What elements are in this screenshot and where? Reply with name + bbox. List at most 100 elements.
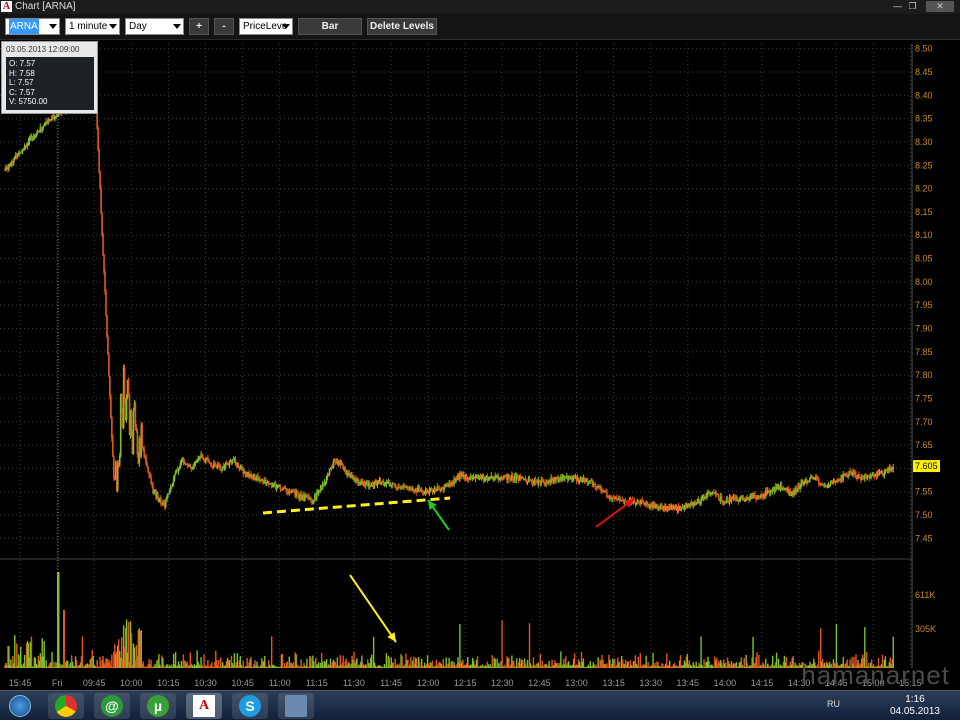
volume-bar (476, 656, 479, 668)
taskbar-explorer[interactable] (278, 693, 314, 719)
app-icon: A (1, 1, 12, 12)
volume-bar (127, 622, 130, 668)
minimize-icon[interactable]: — (890, 1, 905, 12)
time-tick-label: 14:15 (751, 678, 774, 688)
price-tick-label: 8.40 (915, 90, 933, 100)
volume-bar (270, 636, 273, 668)
volume-bar (30, 636, 33, 668)
price-chart[interactable]: 8.50 8.45 8.40 8.35 8.30 8.25 8.20 8.15 8.10 8.05… (0, 40, 960, 690)
volume-bar (756, 652, 758, 668)
time-tick-label: 11:15 (306, 678, 328, 688)
candle-body (892, 467, 895, 470)
volume-bar (356, 658, 358, 668)
candle-body (173, 474, 176, 480)
volume-bar (281, 653, 284, 668)
interval-combo[interactable]: 1 minute (65, 18, 120, 35)
volume-bar (250, 656, 252, 668)
language-indicator[interactable]: RU (827, 699, 840, 709)
volume-bar (459, 623, 461, 668)
zoom-out-button[interactable]: - (214, 18, 234, 35)
volume-bar (491, 655, 493, 668)
volume-bar (81, 636, 84, 668)
candle-body (633, 500, 636, 503)
price-tick-label: 7.80 (915, 370, 933, 380)
yellow-dashed-trendline (262, 496, 451, 515)
tooltip-low: L: 7.57 (9, 78, 34, 88)
chevron-down-icon (109, 24, 117, 29)
price-tick-label: 7.50 (915, 510, 933, 520)
volume-bar (8, 646, 10, 668)
system-clock[interactable]: 1:16 04.05.2013 (890, 694, 940, 718)
time-tick-label: 09:45 (83, 678, 106, 688)
volume-bar (140, 630, 142, 668)
volume-bar (16, 643, 18, 668)
volume-bar (242, 660, 244, 668)
taskbar-trading-app[interactable]: A (186, 693, 222, 719)
chart-type-button[interactable]: Bar (298, 18, 362, 35)
candle-body (104, 272, 106, 292)
volume-axis: 611K 305K (915, 590, 936, 634)
volume-spike-bar (63, 610, 65, 668)
taskbar-email[interactable]: @ (94, 693, 130, 719)
volume-bar (637, 656, 640, 668)
time-tick-label: 10:15 (157, 678, 180, 688)
candle-body (680, 508, 683, 510)
candle-body (211, 465, 213, 468)
time-tick-label: 12:15 (454, 678, 477, 688)
candle-body (164, 501, 167, 508)
taskbar-utorrent[interactable]: µ (140, 693, 176, 719)
chevron-down-icon (282, 24, 290, 29)
candle-body (113, 456, 115, 478)
volume-bar (111, 654, 113, 668)
taskbar-skype[interactable]: S (232, 693, 268, 719)
candle-body (102, 234, 104, 255)
candle-body (328, 469, 331, 475)
green-arrow-head (428, 500, 437, 510)
chevron-down-icon (173, 24, 181, 29)
chart-toolbar: ARNA 1 minute Day + - PriceLeve Bar Dele… (0, 14, 960, 40)
volume-bars (4, 572, 894, 668)
time-tick-label: 11:00 (269, 678, 291, 688)
tooltip-timestamp: 03.05.2013 12:09:00 (6, 45, 80, 54)
indicator-combo[interactable]: PriceLeve (239, 18, 293, 35)
volume-bar (560, 651, 562, 668)
candle-body (108, 354, 110, 377)
tooltip-close: C: 7.57 (9, 87, 35, 97)
candle-body (135, 427, 138, 430)
candle-body (369, 485, 372, 488)
symbol-value: ARNA (9, 19, 39, 34)
price-tick-label: 8.25 (915, 160, 933, 170)
delete-levels-button[interactable]: Delete Levels (367, 18, 437, 35)
zoom-in-button[interactable]: + (189, 18, 209, 35)
volume-bar (703, 659, 705, 668)
volume-bar (582, 658, 585, 668)
volume-bar (14, 635, 16, 668)
volume-bar (501, 620, 503, 668)
volume-bar (51, 651, 53, 668)
volume-bar (218, 659, 220, 668)
volume-bar (700, 636, 702, 668)
trading-app-icon: A (193, 695, 215, 717)
close-icon[interactable]: ✕ (926, 1, 954, 12)
range-value: Day (129, 21, 147, 32)
candle-body (123, 367, 126, 402)
symbol-combo[interactable]: ARNA (5, 18, 60, 35)
clock-date: 04.05.2013 (889, 706, 940, 717)
volume-bar (23, 654, 26, 668)
price-tick-label: 7.45 (915, 533, 933, 543)
window-title: Chart [ARNA] (15, 1, 76, 12)
price-tick-label: 8.15 (915, 207, 933, 217)
start-button[interactable] (4, 693, 36, 719)
candle-body (160, 498, 162, 504)
price-tick-label: 7.85 (915, 347, 933, 357)
volume-bar (516, 658, 518, 668)
time-tick-label: Fri (52, 678, 63, 688)
taskbar-chrome[interactable] (48, 693, 84, 719)
restore-icon[interactable]: ❐ (905, 1, 920, 12)
time-tick-label: 13:45 (677, 678, 700, 688)
range-combo[interactable]: Day (125, 18, 184, 35)
clock-time: 1:16 (905, 694, 925, 705)
candle-body (98, 149, 100, 173)
volume-bar (336, 657, 339, 668)
candle-body (127, 379, 130, 396)
